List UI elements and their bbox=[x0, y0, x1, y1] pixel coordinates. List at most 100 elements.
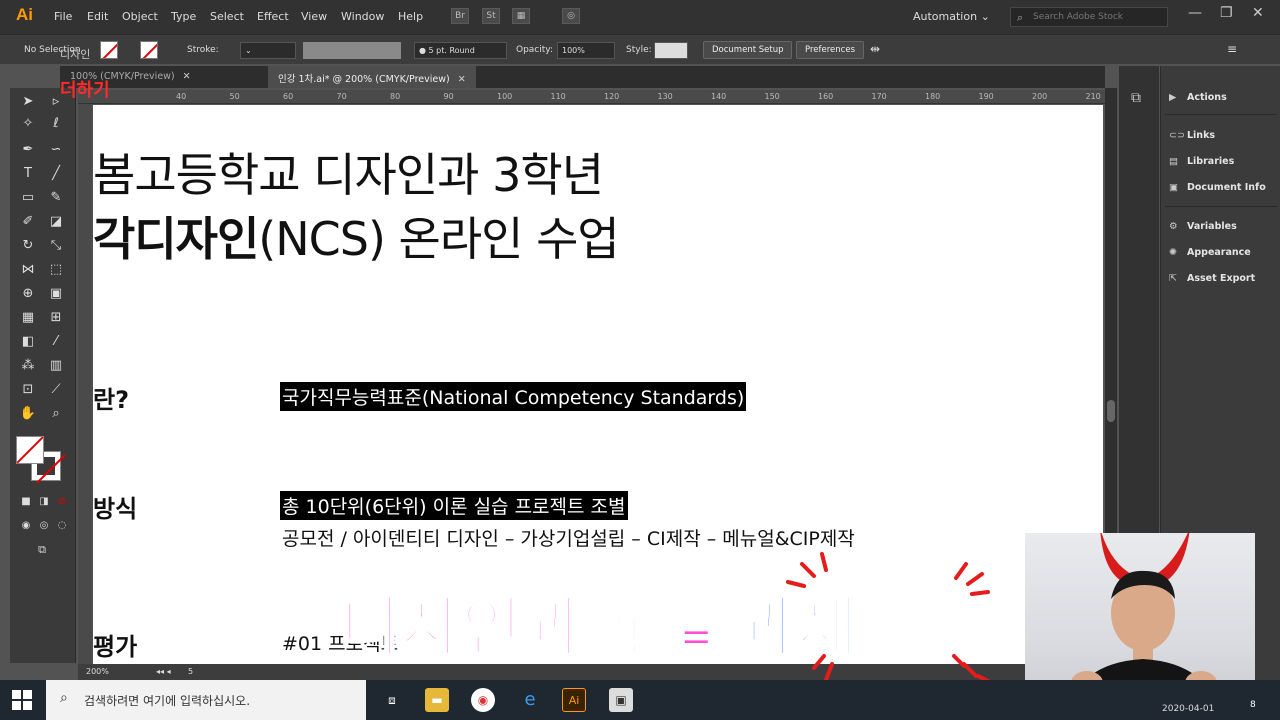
document-setup-button[interactable]: Document Setup bbox=[703, 41, 793, 59]
artboard-number[interactable]: 5 bbox=[188, 667, 193, 676]
fill-color[interactable] bbox=[16, 436, 44, 464]
fill-stroke-control[interactable] bbox=[16, 436, 62, 482]
emphasis-marks bbox=[786, 552, 996, 686]
illustrator-taskbar-icon[interactable]: Ai bbox=[562, 688, 586, 712]
live-paint-tool-icon[interactable]: ▣ bbox=[46, 284, 66, 304]
panel-appearance[interactable]: ✺ Appearance bbox=[1169, 247, 1251, 258]
stock-search-input[interactable]: ⌕ Search Adobe Stock bbox=[1010, 7, 1168, 27]
eyedropper-tool-icon[interactable]: ⁄ bbox=[46, 332, 66, 352]
lasso-tool-icon[interactable]: ℓ bbox=[46, 114, 66, 134]
shape-builder-tool-icon[interactable]: ⊕ bbox=[18, 284, 38, 304]
free-transform-tool-icon[interactable]: ⬚ bbox=[46, 260, 66, 280]
mesh-tool-icon[interactable]: ⊞ bbox=[46, 308, 66, 328]
panel-libraries[interactable]: ▤ Libraries bbox=[1169, 156, 1234, 167]
shaper-tool-icon[interactable]: ✐ bbox=[18, 212, 38, 232]
panel-links[interactable]: ⊂⊃ Links bbox=[1169, 130, 1215, 141]
draw-behind-icon[interactable]: ◎ bbox=[34, 516, 54, 536]
gradient-tool-icon[interactable]: ◧ bbox=[18, 332, 38, 352]
arrange-documents-icon[interactable]: ▦ bbox=[512, 8, 530, 24]
menu-help[interactable]: Help bbox=[398, 10, 423, 23]
menu-window[interactable]: Window bbox=[341, 10, 384, 23]
caption-part-2: 학생= bbox=[605, 613, 714, 661]
line-tool-icon[interactable]: ╱ bbox=[46, 164, 66, 184]
rectangle-tool-icon[interactable]: ▭ bbox=[18, 188, 38, 208]
task-view-icon[interactable]: ⧈ bbox=[380, 688, 404, 712]
stroke-swatch[interactable] bbox=[140, 41, 158, 59]
file-explorer-icon[interactable]: ▬ bbox=[425, 688, 449, 712]
menu-file[interactable]: File bbox=[54, 10, 72, 23]
stock-icon[interactable]: St bbox=[482, 8, 500, 24]
stroke-label: Stroke: bbox=[187, 45, 219, 55]
draw-inside-icon[interactable]: ◌ bbox=[52, 516, 72, 536]
menu-type[interactable]: Type bbox=[171, 10, 196, 23]
panel-actions[interactable]: ▶ Actions bbox=[1169, 92, 1227, 103]
gradient-mode-icon[interactable]: ◨ bbox=[34, 492, 54, 512]
menu-edit[interactable]: Edit bbox=[87, 10, 108, 23]
capture-app-icon[interactable]: ▣ bbox=[609, 688, 633, 712]
scale-tool-icon[interactable]: ⤡ bbox=[46, 236, 66, 256]
menu-object[interactable]: Object bbox=[122, 10, 158, 23]
opacity-field[interactable]: 100% bbox=[557, 42, 615, 59]
zoom-level[interactable]: 200% bbox=[86, 667, 109, 676]
artboard-tool-icon[interactable]: ⊡ bbox=[18, 380, 38, 400]
definition-highlight: 국가직무능력표준(National Competency Standards) bbox=[280, 382, 747, 411]
hand-tool-icon[interactable]: ✋ bbox=[18, 404, 38, 424]
fill-swatch[interactable] bbox=[100, 41, 118, 59]
panel-asset-export[interactable]: ⇱ Asset Export bbox=[1169, 273, 1255, 284]
none-mode-icon[interactable]: ⊘ bbox=[52, 492, 72, 512]
menu-select[interactable]: Select bbox=[210, 10, 244, 23]
tab-document-2[interactable]: 인강 1차.ai* @ 200% (CMYK/Preview) ✕ bbox=[268, 66, 476, 88]
tab-close-icon[interactable]: ✕ bbox=[458, 74, 466, 85]
windows-start-icon[interactable] bbox=[12, 690, 32, 710]
panel-toggle-icon[interactable]: ⧉ bbox=[1131, 90, 1141, 106]
panel-menu-icon[interactable]: ≡ bbox=[1227, 42, 1237, 56]
internet-explorer-icon[interactable]: e bbox=[518, 688, 542, 712]
chrome-icon[interactable]: ◉ bbox=[471, 688, 495, 712]
panel-document-info[interactable]: ▣ Document Info bbox=[1169, 182, 1266, 193]
preferences-button[interactable]: Preferences bbox=[796, 41, 864, 59]
pen-tool-icon[interactable]: ✒ bbox=[18, 140, 38, 160]
slice-tool-icon[interactable]: ⟋ bbox=[46, 380, 66, 400]
draw-normal-icon[interactable]: ◉ bbox=[16, 516, 36, 536]
column-graph-tool-icon[interactable]: ▥ bbox=[46, 356, 66, 376]
symbol-sprayer-tool-icon[interactable]: ⁂ bbox=[18, 356, 38, 376]
prev-artboard-icon[interactable]: ◂◂ ◂ bbox=[156, 667, 171, 676]
taskbar-search-input[interactable]: ⌕ 검색하려면 여기에 입력하십시오. bbox=[46, 680, 366, 720]
rotate-tool-icon[interactable]: ↻ bbox=[18, 236, 38, 256]
screen-mode-icon[interactable]: ⧉ bbox=[32, 540, 52, 560]
app-logo: Ai bbox=[16, 5, 33, 24]
play-icon: ▶ bbox=[1169, 92, 1177, 103]
ruler-tick-label: 150 bbox=[764, 92, 780, 101]
vertical-ruler[interactable] bbox=[78, 104, 92, 664]
maximize-icon[interactable]: ❐ bbox=[1220, 5, 1233, 21]
magic-wand-tool-icon[interactable]: ✧ bbox=[18, 114, 38, 134]
gpu-performance-icon[interactable]: ◎ bbox=[562, 8, 580, 24]
graphic-style-select[interactable] bbox=[654, 42, 688, 59]
appearance-icon: ✺ bbox=[1169, 247, 1177, 258]
scroll-thumb[interactable] bbox=[1107, 400, 1115, 422]
notification-badge[interactable]: 8 bbox=[1250, 700, 1256, 710]
type-tool-icon[interactable]: T bbox=[18, 164, 38, 184]
selection-tool-icon[interactable]: ➤ bbox=[18, 92, 38, 112]
close-icon[interactable]: ✕ bbox=[1252, 5, 1264, 21]
stroke-weight-field[interactable]: ⌄ bbox=[240, 42, 296, 59]
zoom-tool-icon[interactable]: ⌕ bbox=[46, 404, 66, 424]
perspective-grid-tool-icon[interactable]: ▦ bbox=[18, 308, 38, 328]
minimize-icon[interactable]: — bbox=[1188, 5, 1202, 21]
curvature-tool-icon[interactable]: ∽ bbox=[46, 140, 66, 160]
variable-width-profile[interactable] bbox=[303, 42, 401, 59]
bridge-icon[interactable]: Br bbox=[451, 8, 469, 24]
align-icon[interactable]: ⇹ bbox=[870, 42, 880, 56]
menu-effect[interactable]: Effect bbox=[257, 10, 289, 23]
color-mode-icon[interactable]: ■ bbox=[16, 492, 36, 512]
width-tool-icon[interactable]: ⋈ bbox=[18, 260, 38, 280]
menu-view[interactable]: View bbox=[301, 10, 327, 23]
tab-close-icon[interactable]: ✕ bbox=[183, 71, 191, 82]
export-icon: ⇱ bbox=[1169, 273, 1177, 284]
horizontal-ruler[interactable]: 40 50 60 70 80 90 100 110 120 130 140 150 160 170 180 1… bbox=[78, 90, 1105, 104]
eraser-tool-icon[interactable]: ◪ bbox=[46, 212, 66, 232]
workspace-switcher[interactable]: Automation ⌄ bbox=[913, 10, 990, 23]
brush-definition-select[interactable]: ● 5 pt. Round bbox=[414, 42, 507, 59]
panel-variables[interactable]: ⚙ Variables bbox=[1169, 221, 1237, 232]
paintbrush-tool-icon[interactable]: ✎ bbox=[46, 188, 66, 208]
